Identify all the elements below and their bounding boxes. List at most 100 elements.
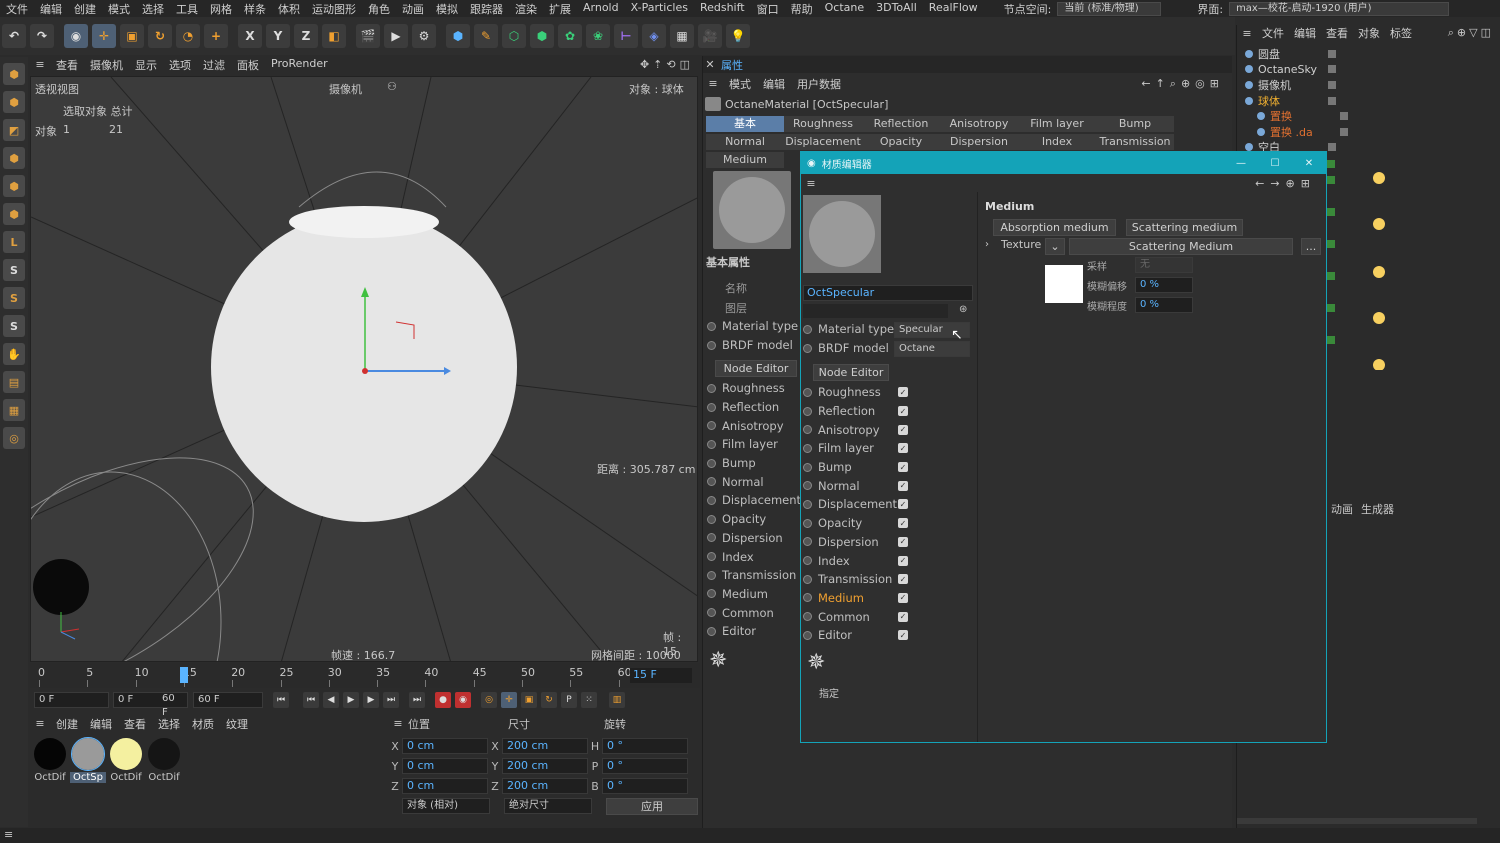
- cloner-icon[interactable]: ✿: [558, 24, 582, 48]
- move-tool-icon[interactable]: ✛: [92, 24, 116, 48]
- objmgr-menu-item[interactable]: 对象: [1353, 25, 1385, 41]
- channel-checkbox[interactable]: ✓: [898, 536, 908, 547]
- menu-item[interactable]: 工具: [170, 1, 204, 17]
- workplane-icon[interactable]: ✋: [3, 343, 25, 365]
- tab-bump[interactable]: Bump: [1096, 116, 1174, 132]
- snap-enable-icon[interactable]: S: [3, 315, 25, 337]
- snap-icon[interactable]: S: [3, 259, 25, 281]
- channel-checkbox[interactable]: ✓: [898, 387, 908, 398]
- key-param-icon[interactable]: P: [561, 692, 577, 708]
- visibility-toggle[interactable]: [1328, 65, 1336, 74]
- rotation-field[interactable]: 0 °: [602, 758, 688, 774]
- object-row[interactable]: OctaneSky: [1237, 62, 1500, 78]
- material-type-radio[interactable]: [707, 321, 716, 331]
- menu-item[interactable]: 帮助: [785, 1, 819, 17]
- perspective-viewport[interactable]: 透视视图 摄像机 ⚇ 对象 : 球体 选取对象 总计 对象 1 21 距离 : …: [30, 76, 698, 662]
- go-start-icon[interactable]: ⏮: [273, 692, 289, 708]
- viewport-menu-item[interactable]: 面板: [231, 57, 265, 73]
- channel-row[interactable]: Index: [707, 547, 801, 566]
- dialog-material-preview[interactable]: [803, 195, 881, 273]
- render-picture-icon[interactable]: ▶: [384, 24, 408, 48]
- keyframe-icon[interactable]: ◎: [481, 692, 497, 708]
- channel-radio[interactable]: [803, 537, 812, 547]
- material-menu-item[interactable]: 编辑: [84, 716, 118, 732]
- viewport-menu-item[interactable]: ProRender: [265, 57, 334, 73]
- position-field[interactable]: 0 cm: [402, 758, 488, 774]
- autokey-icon[interactable]: ◉: [455, 692, 471, 708]
- material-swatch[interactable]: OctSp: [70, 737, 106, 783]
- object-row[interactable]: 摄像机: [1237, 77, 1500, 93]
- hamburger-icon[interactable]: ≡: [1237, 27, 1257, 40]
- prev-frame-icon[interactable]: ◀: [323, 692, 339, 708]
- channel-radio[interactable]: [707, 626, 716, 636]
- rotation-field[interactable]: 0 °: [602, 778, 688, 794]
- node-editor-button[interactable]: Node Editor: [715, 360, 797, 377]
- channel-radio[interactable]: [803, 574, 812, 584]
- tab-normal[interactable]: Normal: [706, 134, 784, 150]
- point-mode-icon[interactable]: ⬢: [3, 147, 25, 169]
- channel-row[interactable]: Common: [707, 603, 801, 622]
- key-rotation-icon[interactable]: ↻: [541, 692, 557, 708]
- channel-radio[interactable]: [803, 612, 812, 622]
- channel-radio[interactable]: [707, 421, 716, 431]
- assign-label[interactable]: 指定: [819, 685, 839, 700]
- channel-checkbox[interactable]: ✓: [898, 406, 908, 417]
- channel-radio[interactable]: [707, 608, 716, 618]
- channel-row[interactable]: Opacity: [707, 510, 801, 529]
- channel-radio[interactable]: [707, 514, 716, 524]
- end-frame-field[interactable]: 60 F: [193, 692, 263, 708]
- objmgr-menu-item[interactable]: 标签: [1385, 25, 1417, 41]
- dialog-titlebar[interactable]: ◉ 材质编辑器 — ☐ ✕: [801, 152, 1326, 174]
- material-menu-item[interactable]: 材质: [186, 716, 220, 732]
- channel-radio[interactable]: [707, 383, 716, 393]
- render-settings-icon[interactable]: ⚙: [412, 24, 436, 48]
- tab-displacement[interactable]: Displacement: [784, 134, 862, 150]
- material-swatch[interactable]: OctDif: [108, 738, 144, 783]
- camera-icon[interactable]: ⚇: [387, 80, 397, 93]
- viewport-menu-item[interactable]: 摄像机: [84, 57, 129, 73]
- menu-item[interactable]: 选择: [136, 1, 170, 17]
- channel-row[interactable]: Displacement: [707, 491, 801, 510]
- material-swatch[interactable]: OctDif: [146, 738, 182, 783]
- tab-film-layer[interactable]: Film layer: [1018, 116, 1096, 132]
- go-end-icon[interactable]: ⏭: [383, 692, 399, 708]
- menu-item[interactable]: 动画: [396, 1, 430, 17]
- grid-icon[interactable]: ▤: [3, 371, 25, 393]
- minimize-icon[interactable]: —: [1224, 158, 1258, 169]
- channel-radio[interactable]: [707, 589, 716, 599]
- channel-radio[interactable]: [803, 462, 812, 472]
- camera-icon[interactable]: 🎥: [698, 24, 722, 48]
- channel-radio[interactable]: [707, 458, 716, 468]
- dialog-channel-row[interactable]: Reflection ✓: [803, 402, 908, 421]
- material-menu-item[interactable]: 创建: [50, 716, 84, 732]
- key-scale-icon[interactable]: ▣: [521, 692, 537, 708]
- dialog-channel-row[interactable]: Roughness ✓: [803, 383, 908, 402]
- dialog-channel-row[interactable]: Bump ✓: [803, 458, 908, 477]
- sample-dropdown[interactable]: 无: [1135, 257, 1193, 273]
- channel-checkbox[interactable]: ✓: [898, 592, 908, 603]
- node-space-dropdown[interactable]: 当前 (标准/物理): [1057, 1, 1162, 16]
- menu-item[interactable]: 创建: [68, 1, 102, 17]
- channel-radio[interactable]: [803, 443, 812, 453]
- hamburger-icon[interactable]: ≡: [388, 717, 408, 730]
- object-row[interactable]: 置换: [1237, 108, 1500, 124]
- texture-value-button[interactable]: Scattering Medium: [1069, 238, 1293, 255]
- menu-item[interactable]: Redshift: [694, 1, 751, 17]
- material-menu-item[interactable]: 纹理: [220, 716, 254, 732]
- menu-item[interactable]: Octane: [819, 1, 871, 17]
- y-axis-icon[interactable]: Y: [266, 24, 290, 48]
- record-icon[interactable]: ●: [435, 692, 451, 708]
- size-field[interactable]: 200 cm: [502, 758, 588, 774]
- tab-基本[interactable]: 基本: [706, 116, 784, 132]
- tab-reflection[interactable]: Reflection: [862, 116, 940, 132]
- coord-mode-dropdown[interactable]: 对象 (相对): [402, 798, 490, 814]
- viewport-menu-item[interactable]: 显示: [129, 57, 163, 73]
- attr-nav-icon[interactable]: ←↑⌕⊕◎⊞: [1141, 77, 1224, 91]
- dialog-brdf-radio[interactable]: [803, 343, 812, 353]
- dialog-channel-row[interactable]: Anisotropy ✓: [803, 420, 908, 439]
- channel-row[interactable]: Roughness: [707, 379, 801, 398]
- axis-mode-icon[interactable]: L: [3, 231, 25, 253]
- channel-radio[interactable]: [707, 552, 716, 562]
- menu-item[interactable]: 网格: [204, 1, 238, 17]
- dialog-channel-row[interactable]: Editor ✓: [803, 626, 908, 645]
